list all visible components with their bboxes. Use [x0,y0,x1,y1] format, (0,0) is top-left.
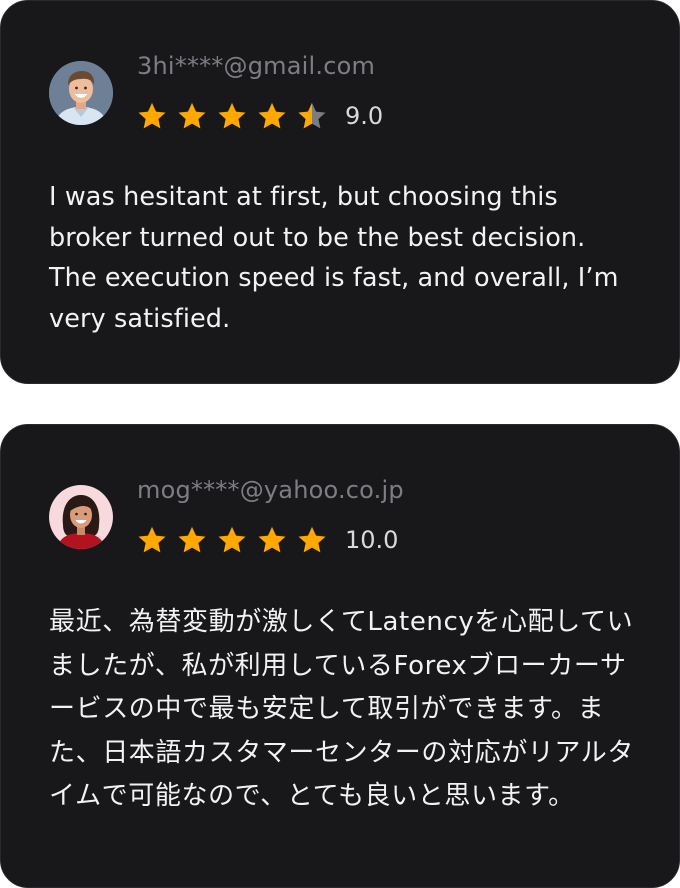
star-half-icon [297,101,327,131]
female-user-avatar-icon [49,485,113,549]
star-filled-icon [257,525,287,555]
review-text: I was hesitant at first, but choosing th… [49,182,619,334]
star-filled-icon [257,101,287,131]
reviewer-email: mog****@yahoo.co.jp [137,476,404,504]
star-filled-icon [217,101,247,131]
rating-score: 9.0 [345,102,384,130]
star-filled-icon [177,525,207,555]
reviewer-email: 3hi****@gmail.com [137,52,376,80]
review-card: mog****@yahoo.co.jp 10.0 最近、為替変動が激しくてLat… [0,424,680,888]
rating-score: 10.0 [345,526,399,554]
star-filled-icon [177,101,207,131]
review-text: 最近、為替変動が激しくてLatencyを心配していましたが、私が利用しているFo… [49,607,634,811]
star-filled-icon [217,525,247,555]
star-filled-icon [297,525,327,555]
star-filled-icon [137,101,167,131]
star-filled-icon [137,525,167,555]
rating-row: 9.0 [137,99,383,133]
star-rating [137,525,327,555]
male-user-avatar-icon [49,61,113,125]
review-card: 3hi****@gmail.com 9.0 I was hesitant at … [0,0,680,384]
rating-row: 10.0 [137,523,398,557]
star-rating [137,101,327,131]
